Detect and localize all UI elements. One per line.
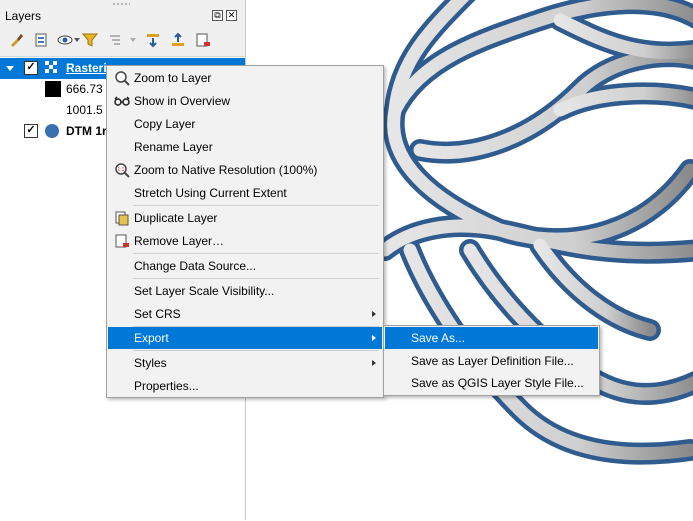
legend-label: 1001.5 <box>66 103 103 117</box>
menu-label: Export <box>134 331 169 345</box>
remove-layer-icon <box>115 234 129 248</box>
filter-legend-icon[interactable] <box>107 32 123 48</box>
eye-icon[interactable] <box>57 32 73 48</box>
eye-dropdown-icon[interactable] <box>74 38 80 42</box>
legend-swatch-black <box>45 81 61 97</box>
layer-name: Rasteri <box>66 61 107 75</box>
raster-layer-icon <box>45 61 57 73</box>
dropdown-icon[interactable] <box>130 38 136 42</box>
menu-label: Copy Layer <box>134 117 196 131</box>
legend-swatch-white <box>45 102 61 118</box>
menu-label: Properties... <box>134 379 199 393</box>
menu-separator <box>133 253 379 254</box>
layer-name: DTM 1r <box>66 124 107 138</box>
svg-text:1:1: 1:1 <box>118 167 125 173</box>
menu-duplicate-layer[interactable]: Duplicate Layer <box>108 207 382 229</box>
layer-context-menu: Zoom to Layer Show in Overview Copy Laye… <box>106 65 384 398</box>
menu-styles[interactable]: Styles <box>108 352 382 374</box>
submenu-arrow-icon <box>372 335 376 341</box>
menu-label: Remove Layer… <box>134 234 225 248</box>
menu-export[interactable]: Export <box>108 327 382 349</box>
panel-drag-grip[interactable] <box>112 2 130 6</box>
menu-label: Zoom to Native Resolution (100%) <box>134 163 318 177</box>
layer-visibility-checkbox[interactable]: ✓ <box>24 61 38 75</box>
legend-label: 666.73 <box>66 82 103 96</box>
menu-label: Save as Layer Definition File... <box>411 354 574 368</box>
submenu-arrow-icon <box>372 360 376 366</box>
filter-icon[interactable] <box>82 32 98 48</box>
menu-remove-layer[interactable]: Remove Layer… <box>108 230 382 252</box>
overview-glasses-icon <box>114 96 130 106</box>
paintbrush-icon[interactable] <box>8 32 24 48</box>
layers-toolbar <box>0 30 245 52</box>
menu-label: Styles <box>134 356 167 370</box>
menu-show-in-overview[interactable]: Show in Overview <box>108 90 382 112</box>
duplicate-layer-icon <box>115 211 129 226</box>
zoom-to-layer-icon <box>115 71 130 86</box>
menu-set-crs[interactable]: Set CRS <box>108 303 382 325</box>
submenu-save-as[interactable]: Save As... <box>385 327 598 349</box>
remove-layer-icon[interactable] <box>195 32 211 48</box>
menu-properties[interactable]: Properties... <box>108 375 382 397</box>
menu-label: Change Data Source... <box>134 259 257 273</box>
panel-title: Layers <box>5 9 42 23</box>
menu-separator <box>133 350 379 351</box>
menu-label: Set CRS <box>134 307 181 321</box>
float-panel-icon[interactable]: ⧉ <box>212 10 223 21</box>
menu-label: Stretch Using Current Extent <box>134 186 287 200</box>
menu-copy-layer[interactable]: Copy Layer <box>108 113 382 135</box>
menu-label: Rename Layer <box>134 140 213 154</box>
close-panel-icon[interactable]: ✕ <box>226 10 237 21</box>
menu-set-scale-visibility[interactable]: Set Layer Scale Visibility... <box>108 280 382 302</box>
submenu-save-layer-definition[interactable]: Save as Layer Definition File... <box>385 350 598 372</box>
layer-visibility-checkbox[interactable]: ✓ <box>24 124 38 138</box>
collapse-all-icon[interactable] <box>170 32 186 48</box>
menu-separator <box>133 278 379 279</box>
menu-zoom-native-resolution[interactable]: 1:1 Zoom to Native Resolution (100%) <box>108 159 382 181</box>
export-submenu: Save As... Save as Layer Definition File… <box>383 325 600 396</box>
collapse-arrow-icon[interactable] <box>6 66 14 71</box>
menu-label: Save As... <box>411 331 466 345</box>
menu-label: Zoom to Layer <box>134 71 212 85</box>
submenu-arrow-icon <box>372 311 376 317</box>
menu-label: Show in Overview <box>134 94 231 108</box>
expand-all-icon[interactable] <box>145 32 161 48</box>
zoom-native-icon: 1:1 <box>115 163 130 178</box>
add-group-icon[interactable] <box>33 32 49 48</box>
menu-label: Save as QGIS Layer Style File... <box>411 376 584 390</box>
menu-zoom-to-layer[interactable]: Zoom to Layer <box>108 67 382 89</box>
menu-stretch-current-extent[interactable]: Stretch Using Current Extent <box>108 182 382 204</box>
submenu-save-qgis-style[interactable]: Save as QGIS Layer Style File... <box>385 372 598 394</box>
point-layer-icon <box>45 124 59 138</box>
menu-change-data-source[interactable]: Change Data Source... <box>108 255 382 277</box>
menu-label: Set Layer Scale Visibility... <box>134 284 275 298</box>
menu-separator <box>133 205 379 206</box>
menu-label: Duplicate Layer <box>134 211 218 225</box>
menu-rename-layer[interactable]: Rename Layer <box>108 136 382 158</box>
